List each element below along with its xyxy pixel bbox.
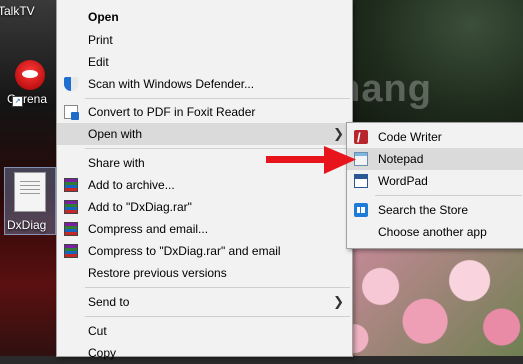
desktop-icon-label: DxDiag <box>7 218 47 232</box>
menu-item-label: Convert to PDF in Foxit Reader <box>88 105 256 119</box>
menu-item-compress-rar-email[interactable]: Compress to "DxDiag.rar" and email <box>57 240 352 262</box>
menu-item-open-with[interactable]: Open with ❯ <box>57 123 352 145</box>
submenu-item-label: Notepad <box>378 152 424 166</box>
submenu-item-search-store[interactable]: Search the Store <box>347 199 523 221</box>
wallpaper-flowers <box>345 240 523 356</box>
menu-separator <box>85 316 350 317</box>
submenu-item-label: Code Writer <box>378 130 442 144</box>
annotation-arrow-icon <box>266 146 356 174</box>
menu-item-add-to-archive[interactable]: Add to archive... <box>57 174 352 196</box>
chevron-right-icon: ❯ <box>333 126 344 141</box>
submenu-item-label: Search the Store <box>378 203 469 217</box>
menu-item-cut[interactable]: Cut <box>57 320 352 342</box>
menu-item-convert-pdf[interactable]: Convert to PDF in Foxit Reader <box>57 101 352 123</box>
menu-item-edit[interactable]: Edit <box>57 51 352 73</box>
menu-item-label: Add to archive... <box>88 178 175 192</box>
menu-item-label: Share with <box>88 156 145 170</box>
submenu-item-wordpad[interactable]: WordPad <box>347 170 523 192</box>
submenu-separator <box>375 195 522 196</box>
annotation-arrow-shaft <box>266 156 328 163</box>
winrar-archive-icon <box>64 200 78 214</box>
menu-item-copy[interactable]: Copy <box>57 342 352 364</box>
winrar-archive-icon <box>64 178 78 192</box>
menu-item-label: Compress to "DxDiag.rar" and email <box>88 244 281 258</box>
menu-item-label: Restore previous versions <box>88 266 227 280</box>
winrar-archive-icon <box>64 244 78 258</box>
store-icon <box>354 203 368 217</box>
notepad-icon <box>354 152 368 166</box>
desktop-icon-label: Garena <box>6 92 48 106</box>
desktop-icon-talktv[interactable]: TalkTV <box>0 4 35 18</box>
windows-defender-shield-icon <box>64 77 78 91</box>
menu-item-add-to-rar[interactable]: Add to "DxDiag.rar" <box>57 196 352 218</box>
text-file-icon <box>14 172 46 212</box>
submenu-item-label: Choose another app <box>378 225 487 239</box>
menu-item-send-to[interactable]: Send to ❯ <box>57 291 352 313</box>
menu-separator <box>85 98 350 99</box>
menu-item-restore-versions[interactable]: Restore previous versions <box>57 262 352 284</box>
winrar-archive-icon <box>64 222 78 236</box>
open-with-submenu: Code Writer Notepad WordPad Search the S… <box>346 122 523 249</box>
garena-logo-icon <box>15 60 45 90</box>
code-writer-icon <box>354 127 368 149</box>
submenu-item-choose-another-app[interactable]: Choose another app <box>347 221 523 243</box>
menu-separator <box>85 287 350 288</box>
menu-item-label: Print <box>88 33 113 47</box>
menu-item-scan-defender[interactable]: Scan with Windows Defender... <box>57 73 352 95</box>
menu-item-label: Open <box>88 10 119 24</box>
menu-item-open[interactable]: Open <box>57 6 352 28</box>
shortcut-arrow-icon: ↗ <box>12 96 23 107</box>
submenu-item-code-writer[interactable]: Code Writer <box>347 126 523 149</box>
menu-item-label: Copy <box>88 346 117 360</box>
menu-item-label: Edit <box>88 55 109 69</box>
menu-item-label: Open with <box>88 127 143 141</box>
submenu-item-label: WordPad <box>378 174 428 188</box>
desktop-icon-label: TalkTV <box>0 4 35 18</box>
menu-item-label: Add to "DxDiag.rar" <box>88 200 192 214</box>
context-menu: Open Print Edit Scan with Windows Defend… <box>56 0 353 360</box>
menu-item-label: Compress and email... <box>88 222 209 236</box>
foxit-pdf-icon <box>64 105 79 120</box>
menu-item-label: Scan with Windows Defender... <box>88 77 255 91</box>
wordpad-icon <box>354 174 368 188</box>
menu-item-label: Cut <box>88 324 107 338</box>
menu-item-print[interactable]: Print <box>57 29 352 51</box>
annotation-arrow-head <box>324 146 356 174</box>
chevron-right-icon: ❯ <box>333 294 344 309</box>
desktop-icon-garena[interactable]: ↗ Garena <box>7 60 50 107</box>
menu-item-compress-email[interactable]: Compress and email... <box>57 218 352 240</box>
submenu-item-notepad[interactable]: Notepad <box>347 148 523 170</box>
menu-item-label: Send to <box>88 295 130 309</box>
desktop-icon-dxdiag[interactable]: DxDiag <box>4 167 56 235</box>
